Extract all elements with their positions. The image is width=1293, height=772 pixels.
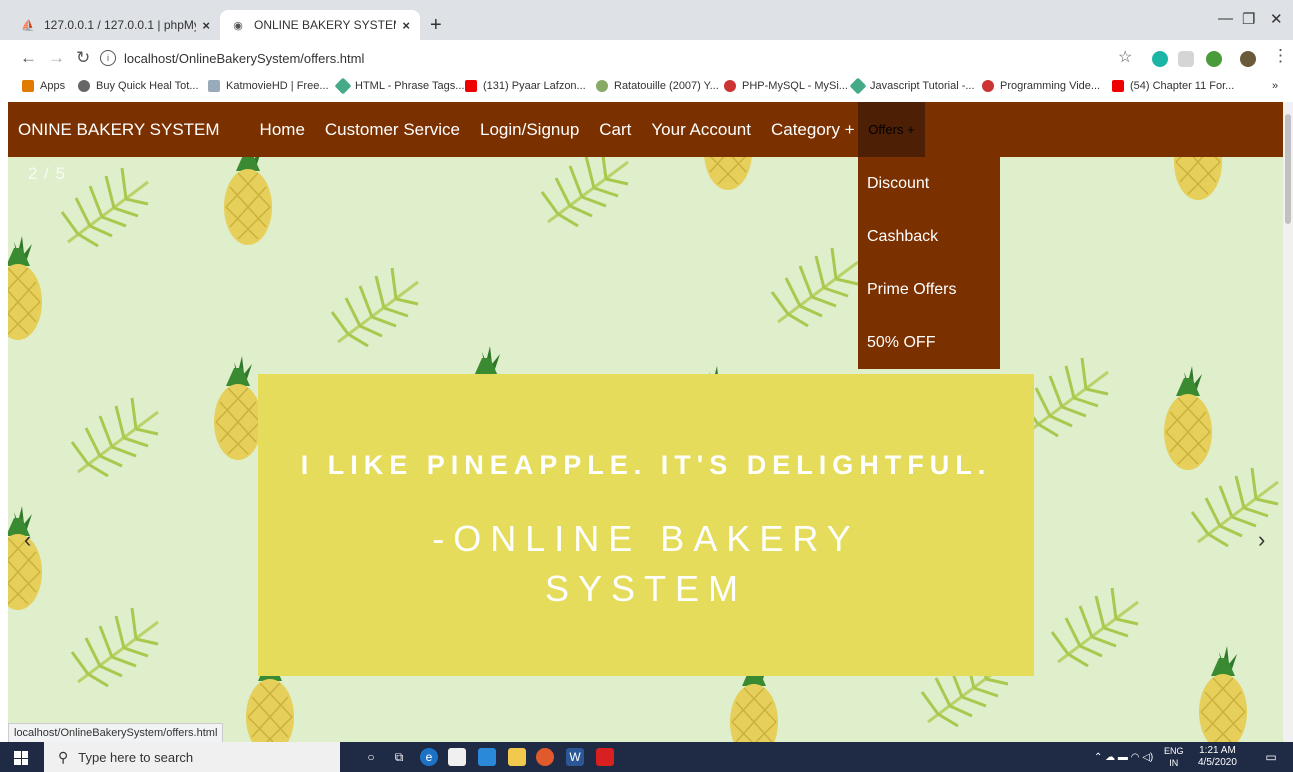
youtube-icon xyxy=(465,80,477,92)
page-scrollbar[interactable] xyxy=(1283,102,1293,742)
url-text: localhost/OnlineBakerySystem/offers.html xyxy=(124,50,365,66)
scrollbar-thumb[interactable] xyxy=(1285,114,1291,224)
bookmark-item[interactable]: HTML - Phrase Tags... xyxy=(334,77,464,95)
nav-login-signup[interactable]: Login/Signup xyxy=(480,120,579,140)
page-viewport: ONINE BAKERY SYSTEM Home Customer Servic… xyxy=(8,102,1284,742)
windows-start-icon[interactable] xyxy=(14,751,28,765)
close-window-icon[interactable]: ✕ xyxy=(1270,10,1283,28)
extension-icon[interactable] xyxy=(1178,51,1194,67)
status-bar-url: localhost/OnlineBakerySystem/offers.html xyxy=(8,723,224,743)
globe-icon: ◉ xyxy=(233,19,243,32)
diamond-icon xyxy=(334,77,352,95)
nav-home[interactable]: Home xyxy=(260,120,305,140)
nav-cart[interactable]: Cart xyxy=(599,120,631,140)
taskbar-search[interactable]: ⚲ Type here to search xyxy=(44,742,340,772)
lang-code: ENG xyxy=(1164,746,1184,756)
bookmark-item[interactable]: Buy Quick Heal Tot... xyxy=(78,80,199,92)
tab-title: 127.0.0.1 / 127.0.0.1 | phpMyAdm xyxy=(44,18,196,32)
youtube-icon xyxy=(1112,80,1124,92)
bookmarks-bar: Apps Buy Quick Heal Tot... KatmovieHD | … xyxy=(0,74,1293,102)
signature-line: SYSTEM xyxy=(544,568,748,609)
notification-icon[interactable]: ▭ xyxy=(1262,748,1280,766)
bookmark-apps[interactable]: Apps xyxy=(22,80,65,92)
apps-grid-icon xyxy=(22,80,34,92)
file-explorer-icon[interactable] xyxy=(508,748,526,766)
quote-banner: I LIKE PINEAPPLE. IT'S DELIGHTFUL. -ONLI… xyxy=(258,374,1034,676)
more-bookmarks-icon[interactable]: » xyxy=(1272,80,1278,92)
tab-title: ONLINE BAKERY SYSTEM | OFFER xyxy=(254,18,396,32)
back-icon[interactable]: ← xyxy=(20,48,37,68)
task-view-icon[interactable]: ⧉ xyxy=(390,748,408,766)
bookmark-item[interactable]: PHP-MySQL - MySi... xyxy=(724,80,848,92)
reload-icon[interactable]: ↻ xyxy=(76,48,90,68)
programming-icon xyxy=(982,80,994,92)
menu-dots-icon[interactable]: ⋮ xyxy=(1272,46,1289,66)
bookmark-item[interactable]: KatmovieHD | Free... xyxy=(208,80,329,92)
lang-region: IN xyxy=(1169,758,1179,768)
clock-time: 1:21 AM xyxy=(1199,745,1236,756)
next-slide-arrow[interactable]: › xyxy=(1258,527,1265,553)
nav-offers[interactable]: Offers + xyxy=(858,102,925,157)
new-tab-icon[interactable]: + xyxy=(430,14,442,37)
store-icon[interactable] xyxy=(448,748,466,766)
katmovie-icon xyxy=(208,80,220,92)
browser-tab-strip: ⛵ 127.0.0.1 / 127.0.0.1 | phpMyAdm × ◉ O… xyxy=(0,0,1293,40)
close-tab-icon[interactable]: × xyxy=(402,18,410,33)
minimize-icon[interactable]: — xyxy=(1218,10,1233,27)
close-tab-icon[interactable]: × xyxy=(202,18,210,33)
bookmark-item[interactable]: Ratatouille (2007) Y... xyxy=(596,80,719,92)
taskbar-clock[interactable]: 1:21 AM 4/5/2020 xyxy=(1198,745,1237,769)
nav-category[interactable]: Category + xyxy=(771,120,855,140)
search-placeholder: Type here to search xyxy=(78,749,194,765)
nav-your-account[interactable]: Your Account xyxy=(651,120,751,140)
tab-online-bakery[interactable]: ◉ ONLINE BAKERY SYSTEM | OFFER × xyxy=(220,10,420,40)
word-icon[interactable]: W xyxy=(566,748,584,766)
offers-menu-discount[interactable]: Discount xyxy=(858,157,1000,210)
tab-phpmyadmin[interactable]: ⛵ 127.0.0.1 / 127.0.0.1 | phpMyAdm × xyxy=(10,10,220,40)
bookmark-item[interactable]: (54) Chapter 11 For... xyxy=(1112,80,1234,92)
phpmyadmin-icon: ⛵ xyxy=(21,19,35,32)
cortana-icon[interactable]: ○ xyxy=(362,748,380,766)
acrobat-icon[interactable] xyxy=(596,748,614,766)
offers-menu-cashback[interactable]: Cashback xyxy=(858,210,1000,263)
tray-icons[interactable]: ⌃ ☁ ▬ ◠ ◁) xyxy=(1094,742,1153,772)
nav-customer-service[interactable]: Customer Service xyxy=(325,120,460,140)
signature-line: -ONLINE BAKERY xyxy=(432,518,860,559)
diamond-icon xyxy=(849,77,867,95)
extension-leaf-icon[interactable] xyxy=(1206,51,1222,67)
mail-icon[interactable] xyxy=(478,748,496,766)
search-icon: ⚲ xyxy=(58,748,69,765)
star-icon[interactable]: ☆ xyxy=(1118,47,1132,67)
mysql-icon xyxy=(724,80,736,92)
forward-icon[interactable]: → xyxy=(48,48,65,68)
restore-icon[interactable]: ❐ xyxy=(1242,10,1255,28)
input-language[interactable]: ENG IN xyxy=(1164,745,1184,769)
offers-dropdown-menu: Discount Cashback Prime Offers 50% OFF xyxy=(858,157,1000,369)
bookmark-item[interactable]: Javascript Tutorial -... xyxy=(849,77,975,95)
site-brand[interactable]: ONINE BAKERY SYSTEM xyxy=(18,120,220,140)
profile-avatar[interactable] xyxy=(1240,51,1256,67)
bookmark-item[interactable]: Programming Vide... xyxy=(982,80,1100,92)
site-navbar: ONINE BAKERY SYSTEM Home Customer Servic… xyxy=(8,102,1284,157)
extension-g-icon[interactable] xyxy=(1152,51,1168,67)
prev-slide-arrow[interactable]: ‹ xyxy=(24,527,31,553)
clock-date: 4/5/2020 xyxy=(1198,757,1237,768)
windows-taskbar: ⚲ Type here to search ○ ⧉ e W ⌃ ☁ ▬ ◠ ◁)… xyxy=(0,742,1293,772)
offers-menu-prime-offers[interactable]: Prime Offers xyxy=(858,263,1000,316)
browser-toolbar: ← → ↻ i localhost/OnlineBakerySystem/off… xyxy=(0,40,1293,75)
banner-quote: I LIKE PINEAPPLE. IT'S DELIGHTFUL. xyxy=(300,450,992,480)
offers-menu-50-off[interactable]: 50% OFF xyxy=(858,316,1000,369)
banner-signature: -ONLINE BAKERY SYSTEM xyxy=(258,514,1034,614)
edge-icon[interactable]: e xyxy=(420,748,438,766)
bookmark-item[interactable]: (131) Pyaar Lafzon... xyxy=(465,80,586,92)
info-icon[interactable]: i xyxy=(100,50,116,66)
chrome-icon[interactable] xyxy=(536,748,554,766)
movie-icon xyxy=(596,80,608,92)
globe-icon xyxy=(78,80,90,92)
slide-counter: 2 / 5 xyxy=(28,164,67,183)
address-bar[interactable]: i localhost/OnlineBakerySystem/offers.ht… xyxy=(100,46,1140,70)
